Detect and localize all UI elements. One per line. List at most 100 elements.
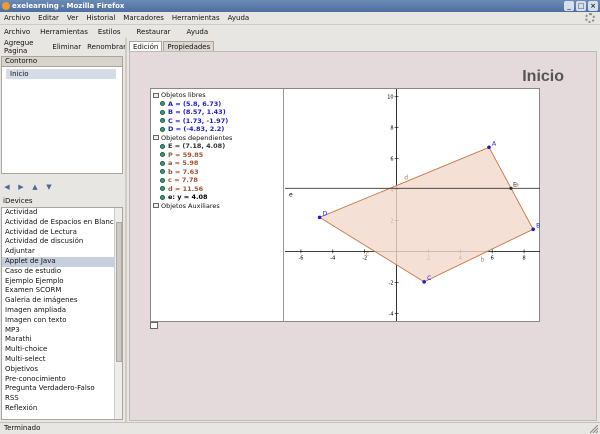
segment-label-d: d xyxy=(404,174,408,181)
algebra-object[interactable]: B = (8.57, 1.43) xyxy=(151,108,283,117)
visibility-toggle-icon[interactable] xyxy=(160,118,165,124)
window-titlebar: exelearning - Mozilla Firefox _ □ × xyxy=(0,0,600,12)
visibility-toggle-icon[interactable] xyxy=(160,160,165,166)
browser-menubar: Archivo Editar Ver Historial Marcadores … xyxy=(0,12,600,25)
x-tick-label: 6 xyxy=(491,255,494,261)
app-menu-ayuda[interactable]: Ayuda xyxy=(187,28,209,36)
visibility-toggle-icon[interactable] xyxy=(160,126,165,132)
app-menu-restaurar[interactable]: Restaurar xyxy=(137,28,171,36)
idevice-item[interactable]: RSS xyxy=(2,394,115,404)
y-tick-label: -4 xyxy=(389,311,394,317)
maximize-icon[interactable]: □ xyxy=(576,1,586,11)
idevice-item[interactable]: Multi-select xyxy=(2,355,115,365)
idevice-item[interactable]: Pregunta Verdadero-Falso xyxy=(2,384,115,394)
algebra-object-label: A = (5.8, 6.73) xyxy=(168,99,222,108)
menu-editar[interactable]: Editar xyxy=(38,14,59,22)
visibility-toggle-icon[interactable] xyxy=(160,152,165,158)
menu-ayuda[interactable]: Ayuda xyxy=(228,14,250,22)
algebra-view: Objetos libres A = (5.8, 6.73) B = (8.57, … xyxy=(151,89,284,321)
x-tick-label: 8 xyxy=(522,255,525,261)
visibility-toggle-icon[interactable] xyxy=(160,143,165,149)
app-menu-herramientas[interactable]: Herramientas xyxy=(40,28,88,36)
idevice-item[interactable]: Reflexión xyxy=(2,404,115,414)
algebra-group-label: Objetos dependientes xyxy=(161,133,233,142)
visibility-toggle-icon[interactable] xyxy=(160,101,165,107)
idevice-item[interactable]: Objetivos xyxy=(2,365,115,375)
menu-herramientas[interactable]: Herramientas xyxy=(172,14,220,22)
firefox-icon xyxy=(2,2,10,10)
idevice-item[interactable]: Multi-choice xyxy=(2,345,115,355)
panel-divider[interactable] xyxy=(125,38,127,422)
outline-item-inicio[interactable]: Inicio xyxy=(6,69,116,79)
idevice-item[interactable]: Actividad de Espacios en Blanco xyxy=(2,218,115,228)
window-title: exelearning - Mozilla Firefox xyxy=(12,2,125,10)
outline-move-controls: ◀ ▶ ▲ ▼ xyxy=(2,181,72,193)
folder-icon[interactable] xyxy=(153,135,159,141)
menu-ver[interactable]: Ver xyxy=(67,14,78,22)
algebra-group-label: Objetos Auxiliares xyxy=(161,201,220,210)
geogebra-applet[interactable]: Objetos libres A = (5.8, 6.73) B = (8.57, … xyxy=(150,88,540,322)
algebra-object[interactable]: A = (5.8, 6.73) xyxy=(151,100,283,109)
folder-icon[interactable] xyxy=(153,92,159,98)
outline-toolbar: Agregue Pagina Eliminar Renombrar xyxy=(0,39,126,55)
visibility-toggle-icon[interactable] xyxy=(160,186,165,192)
folder-icon[interactable] xyxy=(153,203,159,209)
idevice-item[interactable]: Imagen ampliada xyxy=(2,306,115,316)
algebra-object[interactable]: b = 7.63 xyxy=(151,168,283,177)
graphics-view[interactable]: -6-4-22468-4-2246810eabcdABCDE xyxy=(285,89,540,321)
algebra-object[interactable]: C = (1.73, -1.97) xyxy=(151,117,283,126)
menu-marcadores[interactable]: Marcadores xyxy=(123,14,164,22)
visibility-toggle-icon[interactable] xyxy=(160,169,165,175)
move-down-icon[interactable]: ▼ xyxy=(44,182,54,192)
minimize-icon[interactable]: _ xyxy=(564,1,574,11)
idevices-label: iDevices xyxy=(3,197,33,205)
rename-button[interactable]: Renombrar xyxy=(87,43,126,51)
menu-historial[interactable]: Historial xyxy=(86,14,115,22)
idevice-item[interactable]: Adjuntar xyxy=(2,247,115,257)
algebra-object[interactable]: c = 7.78 xyxy=(151,176,283,185)
algebra-object[interactable]: P = 59.85 xyxy=(151,151,283,160)
demote-icon[interactable]: ▶ xyxy=(16,182,26,192)
segment-label-b: b xyxy=(481,257,485,264)
promote-icon[interactable]: ◀ xyxy=(2,182,12,192)
scrollbar-thumb[interactable] xyxy=(116,222,122,362)
idevice-item[interactable]: Galeria de imágenes xyxy=(2,296,115,306)
add-page-button[interactable]: Agregue Pagina xyxy=(4,39,46,55)
idevice-item[interactable]: MP3 xyxy=(2,326,115,336)
close-icon[interactable]: × xyxy=(588,1,598,11)
algebra-group-header[interactable]: Objetos Auxiliares xyxy=(151,202,283,211)
app-menu-estilos[interactable]: Estilos xyxy=(98,28,121,36)
algebra-object[interactable]: E = (7.18, 4.08) xyxy=(151,142,283,151)
idevice-item[interactable]: Actividad de discusión xyxy=(2,237,115,247)
idevice-item[interactable]: Pre-conocimiento xyxy=(2,375,115,385)
idevice-item[interactable]: Examen SCORM xyxy=(2,286,115,296)
visibility-toggle-icon[interactable] xyxy=(160,194,165,200)
algebra-object[interactable]: d = 11.56 xyxy=(151,185,283,194)
page-title: Inicio xyxy=(522,68,564,85)
resize-grip-icon[interactable] xyxy=(590,425,598,433)
idevice-item[interactable]: Marathi xyxy=(2,335,115,345)
algebra-object[interactable]: a = 5.98 xyxy=(151,159,283,168)
idevices-scrollbar[interactable] xyxy=(114,208,122,419)
algebra-object[interactable]: D = (-4.83, 2.2) xyxy=(151,125,283,134)
idevice-item[interactable]: Actividad xyxy=(2,208,115,218)
edit-pencil-icon[interactable] xyxy=(150,322,158,329)
idevice-item[interactable]: Ejemplo Ejemplo xyxy=(2,277,115,287)
algebra-group-header[interactable]: Objetos libres xyxy=(151,91,283,100)
idevice-item[interactable]: Caso de estudio xyxy=(2,267,115,277)
line-e-label: e xyxy=(289,191,293,198)
delete-button[interactable]: Eliminar xyxy=(52,43,81,51)
move-up-icon[interactable]: ▲ xyxy=(30,182,40,192)
point-label-A: A xyxy=(492,140,497,147)
app-menu-archivo[interactable]: Archivo xyxy=(4,28,30,36)
menu-archivo[interactable]: Archivo xyxy=(4,14,30,22)
idevice-item[interactable]: Applet de Java xyxy=(2,256,115,267)
visibility-toggle-icon[interactable] xyxy=(160,109,165,115)
algebra-object[interactable]: e: y = 4.08 xyxy=(151,193,283,202)
idevice-item[interactable]: Imagen con texto xyxy=(2,316,115,326)
point-label-D: D xyxy=(323,210,328,217)
algebra-group-header[interactable]: Objetos dependientes xyxy=(151,134,283,143)
algebra-group-label: Objetos libres xyxy=(161,91,206,100)
visibility-toggle-icon[interactable] xyxy=(160,177,165,183)
idevice-item[interactable]: Actividad de Lectura xyxy=(2,228,115,238)
